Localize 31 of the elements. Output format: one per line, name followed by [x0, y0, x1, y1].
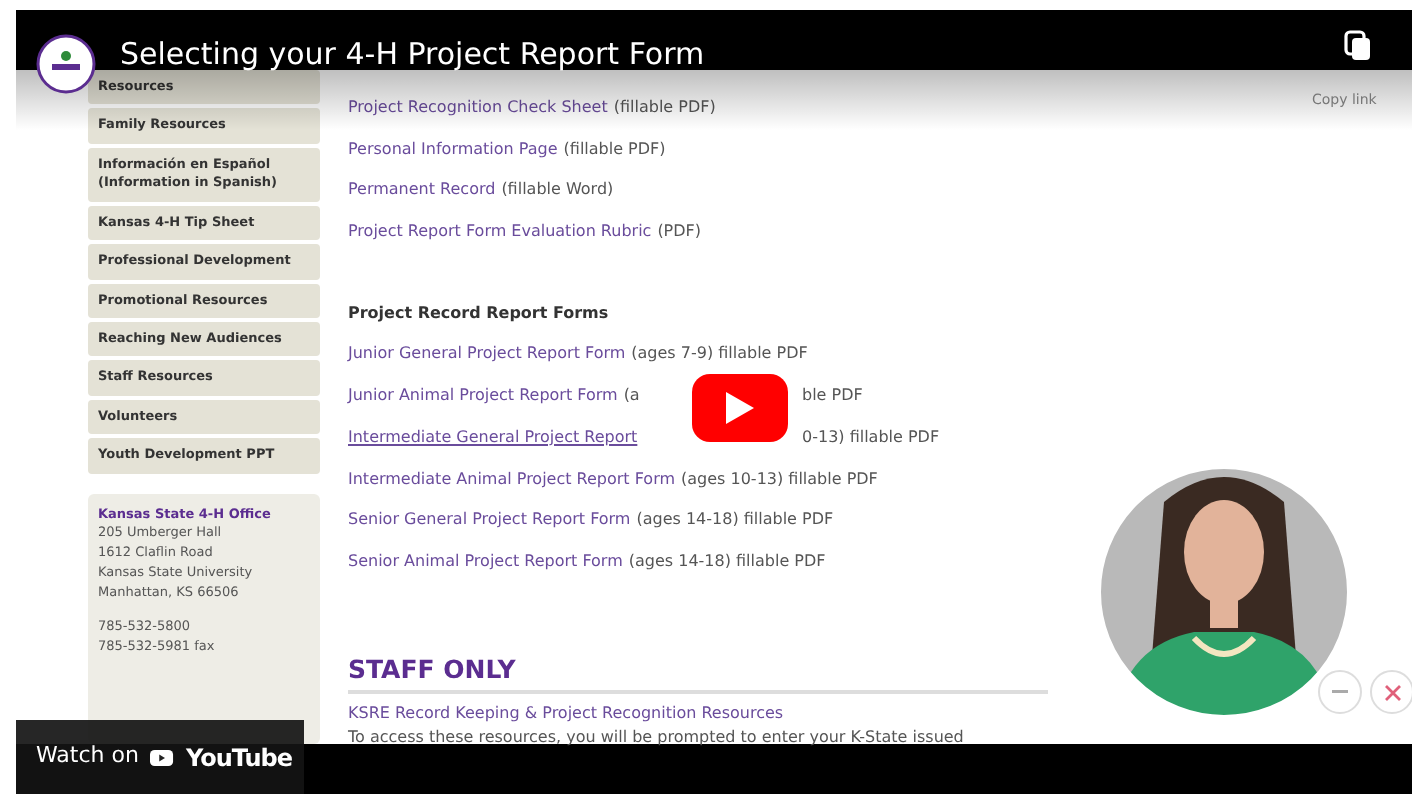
document-link[interactable]: Permanent Record: [348, 178, 496, 221]
document-link[interactable]: Project Recognition Check Sheet: [348, 96, 608, 138]
minus-icon: [1332, 690, 1348, 694]
form-link[interactable]: Junior Animal Project Report Form: [348, 384, 618, 426]
resources-link[interactable]: KSRE Record Keeping & Project Recognition Resources: [348, 702, 784, 727]
form-link[interactable]: Intermediate Animal Project Report Form: [348, 467, 676, 509]
staff-heading: STAFF ONLY: [348, 651, 1048, 695]
document-link[interactable]: Personal Information Page: [348, 137, 558, 179]
file-note: (PDF): [657, 220, 702, 245]
file-note: 0-13) fillable PDF: [802, 425, 940, 450]
file-note: (ages 14-18) fillable PDF: [636, 508, 834, 533]
file-note: (a: [623, 384, 640, 409]
access-note: To access these resources, you will be prompted to enter your K-State issued: [348, 726, 964, 751]
play-button[interactable]: [692, 374, 788, 442]
copy-icon[interactable]: [1344, 30, 1372, 62]
file-note: (fillable PDF): [613, 96, 716, 120]
file-note: (fillable PDF): [563, 137, 666, 162]
watch-on-youtube-button[interactable]: Watch on YouTube: [16, 720, 304, 794]
section-heading: Project Record Report Forms: [348, 301, 611, 326]
file-note: (ages 7-9) fillable PDF: [631, 342, 808, 367]
file-note: ble PDF: [802, 384, 863, 409]
file-note: (fillable Word): [501, 178, 614, 203]
file-note: (ages 14-18) fillable PDF: [628, 549, 826, 574]
form-link[interactable]: Intermediate General Project Report: [348, 425, 638, 467]
form-link[interactable]: Senior General Project Report Form: [348, 508, 631, 550]
form-link[interactable]: Junior General Project Report Form: [348, 342, 626, 385]
document-link[interactable]: Project Report Form Evaluation Rubric: [348, 220, 652, 262]
form-link[interactable]: Senior Animal Project Report Form: [348, 549, 623, 592]
play-icon: [726, 392, 754, 424]
file-note: (ages 10-13) fillable PDF: [681, 467, 878, 492]
close-icon: [1383, 683, 1401, 701]
